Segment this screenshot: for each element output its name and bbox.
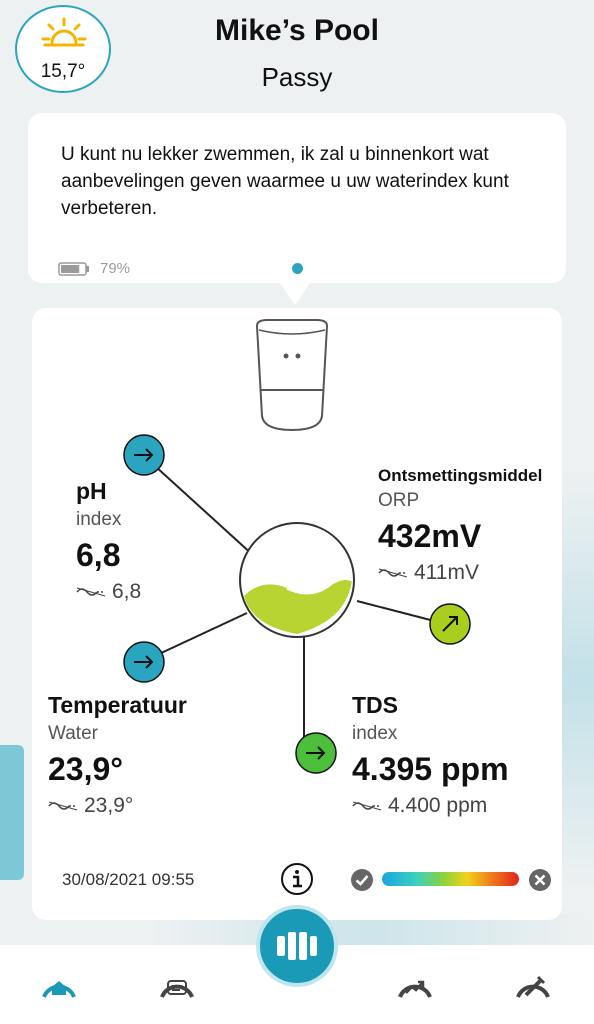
water-quality-scale: [382, 872, 519, 886]
assistant-message-text: U kunt nu lekker zwemmen, ik zal u binne…: [61, 144, 509, 219]
assistant-message-card: U kunt nu lekker zwemmen, ik zal u binne…: [28, 113, 566, 283]
check-circle-icon: [351, 869, 373, 891]
tds-average-value: 4.400 ppm: [388, 794, 488, 817]
tds-value: 4.395 ppm: [352, 751, 509, 787]
sensor-diagram: [123, 319, 471, 774]
ph-metric[interactable]: pH index 6,8 6,8: [76, 478, 141, 604]
pool-status-card: pH index 6,8 6,8 Ontsmettingsmiddel ORP …: [32, 308, 562, 920]
side-drawer-handle[interactable]: [0, 745, 24, 880]
average-wave-icon: [48, 801, 78, 811]
battery-status: 79%: [58, 260, 130, 277]
orp-status-arrow-icon: [429, 603, 471, 645]
orp-average-value: 411mV: [414, 561, 479, 584]
average-wave-icon: [352, 801, 382, 811]
message-pointer: [280, 283, 310, 305]
temperature-value: 23,9°: [48, 751, 124, 787]
ph-subtitle: index: [76, 509, 122, 530]
page-indicator-dot[interactable]: [292, 263, 303, 274]
analyzer-device-icon: [255, 319, 329, 432]
battery-percentage: 79%: [100, 260, 131, 277]
tds-title: TDS: [352, 692, 398, 718]
orp-subtitle: ORP: [378, 490, 420, 511]
orp-value: 432mV: [378, 518, 482, 554]
temperature-average-value: 23,9°: [84, 794, 134, 817]
trend-icon[interactable]: [396, 969, 434, 1001]
temperature-metric[interactable]: Temperatuur Water 23,9° 23,9°: [48, 692, 187, 818]
last-measurement-timestamp: 30/08/2021 09:55: [62, 870, 195, 889]
chat-icon[interactable]: [158, 969, 196, 1001]
tds-average: 4.400 ppm: [352, 794, 509, 818]
pool-location: Passy: [261, 62, 333, 92]
average-wave-icon: [76, 587, 106, 597]
tds-metric[interactable]: TDS index 4.395 ppm 4.400 ppm: [352, 692, 509, 818]
orp-metric[interactable]: Ontsmettingsmiddel ORP 432mV 411mV: [378, 466, 542, 585]
water-globe-icon: [239, 522, 355, 638]
temperature-status-arrow-icon: [123, 641, 165, 683]
orp-average: 411mV: [378, 561, 542, 585]
info-icon[interactable]: [280, 862, 314, 896]
temperature-average: 23,9°: [48, 794, 187, 818]
home-icon[interactable]: [40, 969, 78, 1001]
pool-device-icon: [277, 932, 317, 960]
average-wave-icon: [378, 568, 408, 578]
ph-title: pH: [76, 478, 107, 504]
tds-subtitle: index: [352, 723, 398, 744]
tools-icon[interactable]: [514, 969, 552, 1001]
ph-value: 6,8: [76, 537, 121, 573]
temperature-title: Temperatuur: [48, 692, 187, 718]
ph-average-value: 6,8: [112, 580, 142, 603]
temperature-subtitle: Water: [48, 723, 98, 744]
close-circle-icon: [529, 869, 551, 891]
ph-average: 6,8: [76, 580, 141, 604]
battery-icon: [58, 261, 89, 276]
pool-device-button[interactable]: [256, 905, 338, 987]
ph-status-arrow-icon: [123, 434, 165, 476]
tds-status-arrow-icon: [295, 732, 337, 774]
pool-name: Mike’s Pool: [215, 14, 379, 47]
orp-title: Ontsmettingsmiddel: [378, 466, 543, 485]
